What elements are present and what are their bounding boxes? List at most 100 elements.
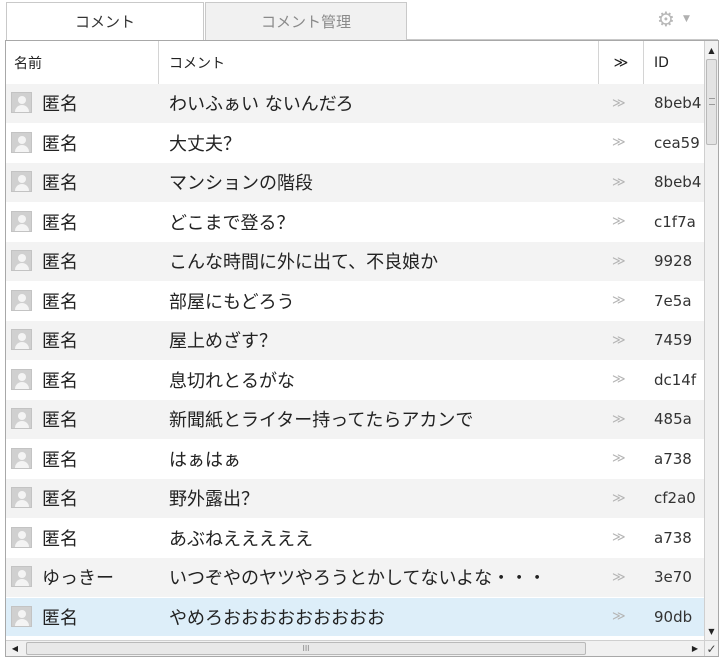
comment-text: 野外露出？ xyxy=(169,489,259,511)
comment-author: 匿名 xyxy=(42,607,78,629)
comment-author: 匿名 xyxy=(42,410,78,432)
column-header-name[interactable]: 名前 xyxy=(6,41,159,84)
avatar-icon xyxy=(11,329,32,350)
comment-id: 485a xyxy=(654,410,692,429)
comment-author: 匿名 xyxy=(42,133,78,155)
tab-comment-management[interactable]: コメント管理 xyxy=(205,2,407,40)
scroll-left-button[interactable]: ◀ xyxy=(8,641,22,656)
comment-row[interactable]: 匿名 大丈夫？ ≫ cea59 xyxy=(6,123,704,163)
comment-id: a738 xyxy=(654,449,692,468)
scroll-up-button[interactable]: ▲ xyxy=(705,43,718,57)
avatar-icon xyxy=(11,566,32,587)
expand-arrow-icon[interactable]: ≫ xyxy=(612,491,626,506)
vertical-scroll-thumb[interactable] xyxy=(706,59,717,145)
comment-rows: 匿名 わいふぁい ないんだろ ≫ 8beb4 匿名 大丈夫？ ≫ cea59 匿名 マンションの階… xyxy=(6,84,704,640)
comment-id: 7e5a xyxy=(654,291,692,310)
avatar-icon xyxy=(11,487,32,508)
avatar-icon xyxy=(11,210,32,232)
comment-row[interactable]: 匿名 部屋にもどろう ≫ 7e5a xyxy=(6,281,704,321)
comment-id: dc14f xyxy=(654,370,697,389)
comment-author: 匿名 xyxy=(42,291,78,313)
comment-row[interactable]: 匿名 あぶねえええええ ≫ a738 xyxy=(6,518,704,558)
expand-arrow-icon[interactable]: ≫ xyxy=(612,254,626,269)
expand-arrow-icon[interactable]: ≫ xyxy=(612,333,626,348)
comment-id: 90db xyxy=(654,607,693,626)
horizontal-scroll-thumb[interactable]: III xyxy=(26,642,586,655)
expand-arrow-icon[interactable]: ≫ xyxy=(612,175,626,190)
column-header-arrow[interactable]: ≫ xyxy=(599,41,644,84)
comment-row[interactable]: ゆっきー いつぞやのヤツやろうとかしてないよな・・・ ≫ 3e70 xyxy=(6,558,704,598)
check-icon[interactable]: ✓ xyxy=(704,640,718,656)
comment-text: はぁはぁ xyxy=(169,449,241,471)
grip-icon xyxy=(709,98,715,105)
comment-row[interactable]: 匿名 わいふぁい ないんだろ ≫ 8beb4 xyxy=(6,84,704,124)
comment-author: 匿名 xyxy=(42,449,78,471)
comment-id: a738 xyxy=(654,528,692,547)
avatar-icon xyxy=(11,526,32,548)
comment-text: どこまで登る？ xyxy=(169,212,295,234)
horizontal-scrollbar[interactable]: ◀ III ▶ xyxy=(6,640,704,656)
avatar-icon xyxy=(11,92,32,113)
chevron-down-icon[interactable]: ▼ xyxy=(683,14,690,24)
comment-text: あぶねえええええ xyxy=(169,528,313,550)
expand-arrow-icon[interactable]: ≫ xyxy=(612,96,626,111)
comment-id: 8beb4 xyxy=(654,173,702,192)
comment-text: 屋上めざす？ xyxy=(169,331,277,353)
tab-bar: コメント コメント管理 ⚙ ▼ xyxy=(0,0,724,40)
comment-row[interactable]: 匿名 どこまで登る？ ≫ c1f7a xyxy=(6,202,704,242)
column-header-id[interactable]: ID xyxy=(644,41,704,84)
comment-author: 匿名 xyxy=(42,528,78,550)
expand-arrow-icon[interactable]: ≫ xyxy=(612,293,626,308)
expand-arrow-icon[interactable]: ≫ xyxy=(612,570,626,585)
comment-author: 匿名 xyxy=(42,94,78,116)
expand-arrow-icon[interactable]: ≫ xyxy=(612,451,626,466)
gear-icon[interactable]: ⚙ xyxy=(657,7,675,31)
avatar-icon xyxy=(11,447,32,469)
avatar-icon xyxy=(11,250,32,271)
comment-text: いつぞやのヤツやろうとかしてないよな・・・ xyxy=(169,568,547,590)
comment-row[interactable]: 匿名 屋上めざす？ ≫ 7459 xyxy=(6,321,704,361)
comment-text: やめろおおおおおおおおお xyxy=(169,607,385,629)
scroll-down-button[interactable]: ▼ xyxy=(705,624,718,638)
comment-text: マンションの階段 xyxy=(169,173,313,195)
comment-id: 7459 xyxy=(654,331,693,350)
expand-arrow-icon[interactable]: ≫ xyxy=(612,135,626,150)
expand-arrow-icon[interactable]: ≫ xyxy=(612,372,626,387)
vertical-scrollbar[interactable]: ▲ ▼ xyxy=(704,41,718,640)
comment-row[interactable]: 匿名 野外露出？ ≫ cf2a0 xyxy=(6,479,704,519)
comment-text: 大丈夫？ xyxy=(169,133,241,155)
comment-row[interactable]: 匿名 息切れとるがな ≫ dc14f xyxy=(6,360,704,400)
avatar-icon xyxy=(11,131,32,153)
column-header-comment[interactable]: コメント xyxy=(159,41,599,84)
avatar-icon xyxy=(11,289,32,311)
scroll-right-button[interactable]: ▶ xyxy=(688,641,702,656)
comment-text: こんな時間に外に出て、不良娘か xyxy=(169,252,439,274)
avatar-icon xyxy=(11,171,32,192)
comment-text: 新聞紙とライター持ってたらアカンで xyxy=(169,410,474,432)
comment-id: cf2a0 xyxy=(654,489,696,508)
comment-author: 匿名 xyxy=(42,173,78,195)
expand-arrow-icon[interactable]: ≫ xyxy=(612,412,626,427)
comment-id: cea59 xyxy=(654,133,700,152)
comment-author: 匿名 xyxy=(42,252,78,274)
comment-id: 9928 xyxy=(654,252,693,271)
comment-row[interactable]: 匿名 やめろおおおおおおおおお ≫ 90db xyxy=(6,597,704,637)
expand-arrow-icon[interactable]: ≫ xyxy=(612,530,626,545)
comment-text: わいふぁい ないんだろ xyxy=(169,94,354,116)
comment-author: 匿名 xyxy=(42,331,78,353)
grid-header: 名前 コメント ≫ ID xyxy=(6,41,704,85)
comment-author: 匿名 xyxy=(42,370,78,392)
comment-row[interactable]: 匿名 新聞紙とライター持ってたらアカンで ≫ 485a xyxy=(6,400,704,440)
comment-author: ゆっきー xyxy=(42,568,114,590)
avatar-icon xyxy=(11,408,32,429)
comment-row[interactable]: 匿名 はぁはぁ ≫ a738 xyxy=(6,439,704,479)
expand-arrow-icon[interactable]: ≫ xyxy=(612,214,626,229)
comment-id: c1f7a xyxy=(654,212,696,231)
expand-arrow-icon[interactable]: ≫ xyxy=(612,609,626,624)
comment-author: 匿名 xyxy=(42,212,78,234)
tab-comments[interactable]: コメント xyxy=(6,2,204,40)
comment-author: 匿名 xyxy=(42,489,78,511)
comment-row[interactable]: 匿名 マンションの階段 ≫ 8beb4 xyxy=(6,163,704,203)
avatar-icon xyxy=(11,368,32,390)
comment-row[interactable]: 匿名 こんな時間に外に出て、不良娘か ≫ 9928 xyxy=(6,242,704,282)
